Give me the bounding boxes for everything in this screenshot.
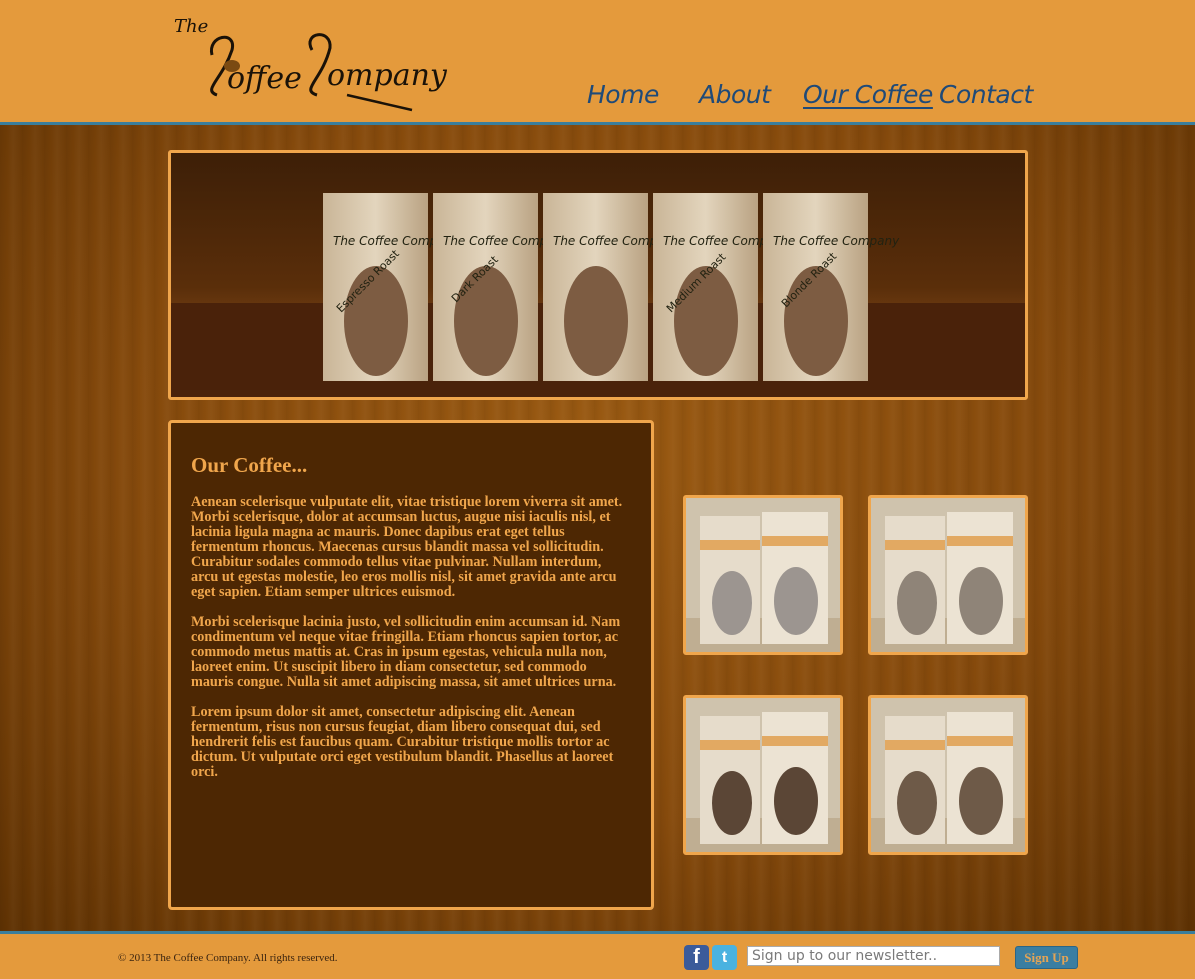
copyright-text: © 2013 The Coffee Company. All rights re… — [118, 952, 338, 964]
main-nav: Home About Our Coffee Contact — [0, 80, 1195, 116]
sign-up-button[interactable]: Sign Up — [1015, 946, 1078, 969]
site-footer: © 2013 The Coffee Company. All rights re… — [0, 931, 1195, 979]
twitter-icon[interactable]: t — [712, 945, 737, 970]
nav-home[interactable]: Home — [587, 80, 659, 109]
paragraph: Morbi scelerisque lacinia justo, vel sol… — [191, 614, 621, 690]
product-thumbnail[interactable] — [683, 695, 843, 855]
section-title: Our Coffee... — [191, 453, 308, 477]
product-thumbnail[interactable] — [868, 495, 1028, 655]
facebook-icon[interactable]: f — [684, 945, 709, 970]
newsletter-email-input[interactable] — [747, 946, 1000, 966]
nav-about[interactable]: About — [699, 80, 771, 109]
svg-text:The Coffee Company: The Coffee Company — [773, 234, 900, 248]
section-body: Aenean scelerisque vulputate elit, vitae… — [191, 495, 631, 795]
nav-our-coffee[interactable]: Our Coffee — [803, 80, 933, 109]
nav-contact[interactable]: Contact — [939, 80, 1033, 109]
site-header: The offee ompany Home About Our Coffee C… — [0, 0, 1195, 125]
product-thumbnail[interactable] — [683, 495, 843, 655]
our-coffee-panel: Our Coffee... Aenean scelerisque vulputa… — [168, 420, 654, 910]
product-thumbnail[interactable] — [868, 695, 1028, 855]
paragraph: Lorem ipsum dolor sit amet, consectetur … — [191, 704, 614, 780]
svg-text:The: The — [174, 16, 208, 37]
hero-banner-image: The Coffee Company Espresso Roast The Co… — [168, 150, 1028, 400]
main-content: The Coffee Company Espresso Roast The Co… — [0, 125, 1195, 931]
paragraph: Aenean scelerisque vulputate elit, vitae… — [191, 494, 623, 600]
